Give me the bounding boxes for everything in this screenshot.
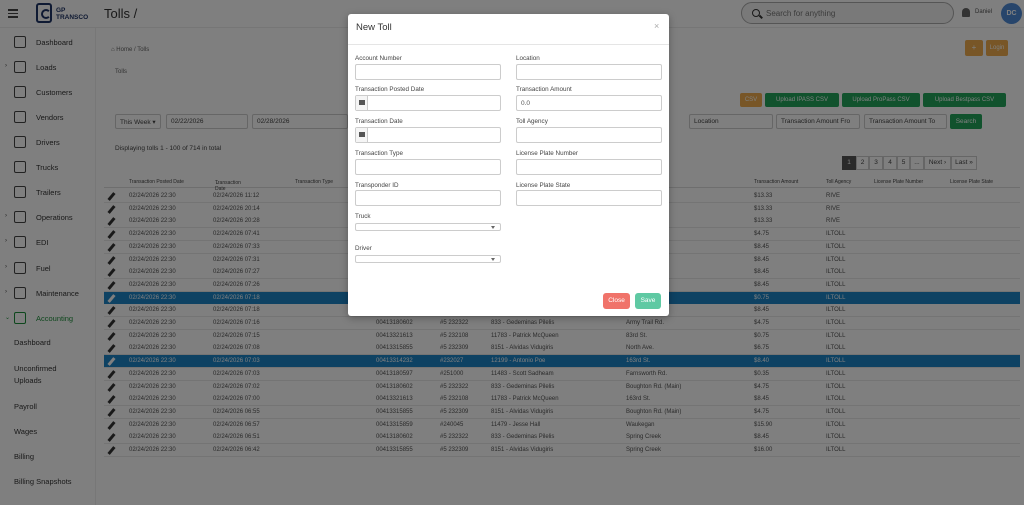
account-number-label: Account Number (355, 55, 402, 62)
truck-select[interactable] (355, 223, 501, 231)
posted-date-label: Transaction Posted Date (355, 86, 425, 93)
transaction-type-label: Transaction Type (355, 150, 403, 157)
posted-date-input[interactable] (355, 95, 501, 111)
driver-label: Driver (355, 245, 372, 252)
toll-agency-label: Toll Agency (516, 118, 548, 125)
account-number-input[interactable] (355, 64, 501, 80)
transaction-amount-input[interactable]: 0.0 (516, 95, 662, 111)
new-toll-modal: New Toll × Account Number Location Trans… (348, 14, 669, 316)
transaction-date-input[interactable] (355, 127, 501, 143)
calendar-icon[interactable] (356, 128, 368, 142)
transaction-date-label: Transaction Date (355, 118, 403, 125)
transaction-type-input[interactable] (355, 159, 501, 175)
modal-title: New Toll (356, 22, 392, 33)
app-root: GPTRANSCO Tolls / Search for anything Da… (0, 0, 1024, 505)
close-icon[interactable]: × (654, 21, 659, 31)
driver-select[interactable] (355, 255, 501, 263)
calendar-icon[interactable] (356, 96, 368, 110)
truck-label: Truck (355, 213, 371, 220)
transponder-id-label: Transponder ID (355, 182, 399, 189)
save-button[interactable]: Save (635, 293, 661, 309)
transponder-id-input[interactable] (355, 190, 501, 206)
location-input[interactable] (516, 64, 662, 80)
close-button[interactable]: Close (603, 293, 630, 309)
license-plate-number-label: License Plate Number (516, 150, 578, 157)
license-plate-state-label: License Plate State (516, 182, 571, 189)
transaction-amount-label: Transaction Amount (516, 86, 572, 93)
toll-agency-input[interactable] (516, 127, 662, 143)
license-plate-state-input[interactable] (516, 190, 662, 206)
license-plate-number-input[interactable] (516, 159, 662, 175)
location-label: Location (516, 55, 540, 62)
modal-divider (348, 44, 669, 45)
